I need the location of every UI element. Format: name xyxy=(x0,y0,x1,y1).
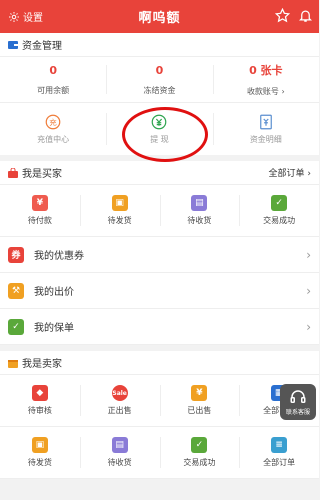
seller-sold[interactable]: ¥ 已出售 xyxy=(159,375,240,426)
receiving-accounts[interactable]: 0 张卡 收款账号 › xyxy=(212,57,319,102)
details-icon xyxy=(259,114,272,130)
fund-details-button[interactable]: 资金明细 xyxy=(212,103,319,155)
buyer-pending-payment-label: 待付款 xyxy=(27,216,52,225)
seller-pending-receipt-label: 待收货 xyxy=(107,458,132,467)
my-bids-label: 我的出价 xyxy=(34,287,74,298)
funds-title: 资金管理 xyxy=(22,41,62,52)
chevron-right-icon: › xyxy=(306,319,311,334)
all-orders-link[interactable]: 全部订单 › xyxy=(269,166,311,179)
package-icon: ▤ xyxy=(191,195,208,211)
chevron-right-icon: › xyxy=(306,247,311,262)
settings-button[interactable]: 设置 xyxy=(8,9,43,24)
wallet-small-icon xyxy=(8,40,18,49)
seller-pending-shipment-label: 待发货 xyxy=(27,458,52,467)
seller-on-sale[interactable]: Sale 正出售 xyxy=(79,375,160,426)
page-title: 啊呜额 xyxy=(138,11,181,26)
receiving-accounts-value: 0 张卡 xyxy=(249,64,283,77)
seller-pending-review[interactable]: ◆ 待审核 xyxy=(0,375,80,426)
wallet-icon: ¥ xyxy=(31,195,48,211)
shopping-bag-icon xyxy=(8,167,18,178)
coupon-icon: 券 xyxy=(8,246,24,263)
customer-service-button[interactable]: 联系客服 xyxy=(280,384,316,420)
gear-icon xyxy=(9,11,19,22)
settings-label: 设置 xyxy=(23,13,43,24)
buyer-pending-payment[interactable]: ¥ 待付款 xyxy=(0,185,80,236)
buyer-pending-receipt-label: 待收货 xyxy=(187,216,212,225)
fund-details-label: 资金明细 xyxy=(249,135,282,144)
available-balance-label: 可用余额 xyxy=(37,85,70,95)
my-policies-row[interactable]: ✓ 我的保单 › xyxy=(0,309,319,345)
seller-all-orders[interactable]: ≡ 全部订单 xyxy=(239,427,319,478)
headset-icon xyxy=(290,390,306,403)
clipboard-check-icon: ✓ xyxy=(191,437,208,453)
customer-service-label: 联系客服 xyxy=(285,409,310,416)
package-icon: ▤ xyxy=(111,437,128,453)
available-balance[interactable]: 0 可用余额 xyxy=(0,57,106,102)
seller-on-sale-label: 正出售 xyxy=(107,406,132,415)
buyer-pending-shipment-label: 待发货 xyxy=(107,216,132,225)
seller-pending-shipment[interactable]: ▣ 待发货 xyxy=(0,427,80,478)
document-icon: ≡ xyxy=(271,437,288,453)
highlight-circle-annotation xyxy=(122,107,208,162)
seller-completed[interactable]: ✓ 交易成功 xyxy=(159,427,240,478)
recharge-label: 充值中心 xyxy=(37,135,70,144)
top-bar: 设置 啊呜额 xyxy=(0,0,319,33)
seller-title: 我是卖家 xyxy=(22,359,62,370)
svg-text:充: 充 xyxy=(49,117,57,127)
seller-card: 我是卖家 ◆ 待审核 Sale 正出售 ¥ 已出售 ▦ 全部商品 ▣ 待发货 ▤… xyxy=(0,351,319,479)
frozen-funds-label: 冻结资金 xyxy=(143,85,176,95)
auction-hammer-icon: ⚒ xyxy=(8,282,24,299)
available-balance-value: 0 xyxy=(49,63,57,77)
policy-icon: ✓ xyxy=(8,318,24,335)
buyer-header: 我是买家 全部订单 › xyxy=(0,161,319,185)
bell-icon[interactable] xyxy=(298,8,313,23)
box-cart-icon: ▣ xyxy=(111,195,128,211)
buyer-title: 我是买家 xyxy=(22,169,62,180)
frozen-funds[interactable]: 0 冻结资金 xyxy=(106,57,212,102)
receiving-accounts-label: 收款账号 › xyxy=(246,87,285,96)
seller-all-orders-label: 全部订单 xyxy=(263,458,296,467)
seller-pending-receipt[interactable]: ▤ 待收货 xyxy=(79,427,160,478)
buyer-completed-label: 交易成功 xyxy=(263,216,296,225)
buyer-pending-shipment[interactable]: ▣ 待发货 xyxy=(79,185,160,236)
sale-tag-icon: Sale xyxy=(111,385,128,401)
box-cart-icon: ▣ xyxy=(31,437,48,453)
shield-icon: ◆ xyxy=(31,385,48,401)
seller-sold-label: 已出售 xyxy=(187,406,212,415)
my-coupons-row[interactable]: 券 我的优惠券 › xyxy=(0,237,319,273)
recharge-center-button[interactable]: 充 充值中心 xyxy=(0,103,106,155)
buyer-card: 我是买家 全部订单 › ¥ 待付款 ▣ 待发货 ▤ 待收货 ✓ 交易成功 券 我… xyxy=(0,161,319,345)
my-coupons-label: 我的优惠券 xyxy=(34,251,84,262)
seller-completed-label: 交易成功 xyxy=(183,458,216,467)
my-bids-row[interactable]: ⚒ 我的出价 › xyxy=(0,273,319,309)
shop-icon xyxy=(8,359,18,368)
buyer-completed[interactable]: ✓ 交易成功 xyxy=(239,185,319,236)
frozen-funds-value: 0 xyxy=(155,63,164,77)
chevron-right-icon: › xyxy=(306,283,311,298)
seller-header: 我是卖家 xyxy=(0,351,319,375)
seller-pending-review-label: 待审核 xyxy=(27,406,52,415)
recharge-icon: 充 xyxy=(45,114,61,130)
clipboard-check-icon: ✓ xyxy=(271,195,288,211)
yen-bag-icon: ¥ xyxy=(191,385,208,401)
my-policies-label: 我的保单 xyxy=(34,323,74,334)
buyer-pending-receipt[interactable]: ▤ 待收货 xyxy=(159,185,240,236)
funds-header: 资金管理 xyxy=(0,33,319,57)
star-icon[interactable] xyxy=(275,8,290,23)
